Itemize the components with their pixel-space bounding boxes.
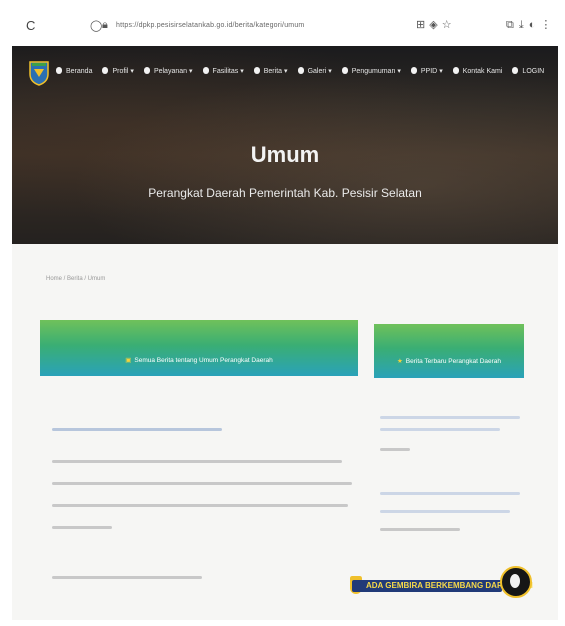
nav-dot-icon xyxy=(452,67,459,74)
nav-dot-icon xyxy=(253,67,260,74)
menu-icon[interactable]: ⋮ xyxy=(540,19,551,31)
chevron-down-icon: ▾ xyxy=(284,68,288,75)
sidebar-news-line xyxy=(380,528,460,531)
nav-item-fasilitas[interactable]: Fasilitas ▾ xyxy=(202,67,244,75)
ad-band: ADA GEMBIRA BERKEMBANG DARI SIDATI xyxy=(352,580,533,592)
chevron-down-icon: ▾ xyxy=(397,68,401,75)
star-icon[interactable]: ☆ xyxy=(442,19,452,31)
breadcrumb[interactable]: Home / Berita / Umum xyxy=(46,276,105,282)
latest-news-card-label: ★ Berita Terbaru Perangkat Daerah xyxy=(396,358,502,365)
nav-dot-icon xyxy=(341,67,348,74)
nav-item-kontak-kami[interactable]: Kontak Kami xyxy=(452,67,502,75)
download-icon[interactable]: ⤓ xyxy=(519,19,524,31)
chevron-down-icon: ▾ xyxy=(439,68,443,75)
extension-icons: ⧉ ⤓ ◐ ⋮ xyxy=(506,18,556,32)
nav-item-pelayanan[interactable]: Pelayanan ▾ xyxy=(143,67,193,75)
sidebar-news-line xyxy=(380,448,410,451)
shield-icon[interactable]: ◯ xyxy=(90,19,102,32)
page-subtitle: Perangkat Daerah Pemerintah Kab. Pesisir… xyxy=(148,186,422,200)
sidebar-news-line[interactable] xyxy=(380,492,520,495)
nav-item-profil[interactable]: Profil ▾ xyxy=(102,67,134,75)
site-logo[interactable] xyxy=(28,60,50,86)
nav-item-ppid[interactable]: PPID ▾ xyxy=(410,67,443,75)
sidebar-news-line[interactable] xyxy=(380,416,520,419)
chevron-down-icon: ▾ xyxy=(130,68,134,75)
chevron-down-icon: ▾ xyxy=(189,68,193,75)
star-icon: ★ xyxy=(396,358,403,365)
latest-news-card[interactable]: ★ Berita Terbaru Perangkat Daerah xyxy=(374,324,524,378)
chevron-down-icon: ▾ xyxy=(240,68,244,75)
chevron-down-icon: ▾ xyxy=(328,68,332,75)
nav-item-beranda[interactable]: Beranda xyxy=(56,67,92,75)
nav-dot-icon xyxy=(297,67,304,74)
nav-item-login[interactable]: LOGIN xyxy=(512,67,544,75)
article-text-line xyxy=(52,576,202,579)
nav-dot-icon xyxy=(512,67,519,74)
all-news-card[interactable]: ▣ Semua Berita tentang Umum Perangkat Dae… xyxy=(40,320,358,376)
article-text-line xyxy=(52,460,342,463)
nav-dot-icon xyxy=(410,67,417,74)
article-text-line xyxy=(52,526,112,529)
nav-dot-icon xyxy=(143,67,150,74)
nav-dot-icon xyxy=(202,67,209,74)
address-bar[interactable]: https://dpkp.pesisirselatankab.go.id/ber… xyxy=(116,22,304,29)
reload-icon[interactable]: C xyxy=(26,18,35,33)
sidebar-news-line[interactable] xyxy=(380,428,500,431)
nav-item-galeri[interactable]: Galeri ▾ xyxy=(297,67,332,75)
grid-icon[interactable]: ⊞ xyxy=(416,19,425,31)
article-link-line[interactable] xyxy=(52,428,222,431)
article-text-line xyxy=(52,504,348,507)
extensions-icon[interactable]: ⧉ xyxy=(506,19,514,31)
profile-icon[interactable]: ◐ xyxy=(529,19,536,31)
nav-dot-icon xyxy=(102,67,109,74)
ad-badge-icon xyxy=(500,566,532,598)
nav-dot-icon xyxy=(56,67,62,74)
toolbar-icons: ⊞ ◈ ☆ xyxy=(416,18,456,31)
all-news-card-label: ▣ Semua Berita tentang Umum Perangkat Dae… xyxy=(125,357,273,364)
browser-toolbar: ‹ C ◯ 🔒︎ https://dpkp.pesisirselatankab.… xyxy=(12,8,558,46)
hero-banner: Beranda Profil ▾ Pelayanan ▾ Fasilitas ▾ Berita… xyxy=(12,46,558,244)
sidebar-news-line[interactable] xyxy=(380,510,510,513)
main-navigation: Beranda Profil ▾ Pelayanan ▾ Fasilitas ▾ Berita… xyxy=(56,67,554,75)
browser-viewport: ‹ C ◯ 🔒︎ https://dpkp.pesisirselatankab.… xyxy=(12,8,558,620)
advertisement-banner[interactable]: ADA GEMBIRA BERKEMBANG DARI SIDATI xyxy=(350,564,533,600)
article-text-line xyxy=(52,482,352,485)
nav-item-berita[interactable]: Berita ▾ xyxy=(253,67,288,75)
nav-item-pengumuman[interactable]: Pengumuman ▾ xyxy=(341,67,401,75)
folder-icon: ▣ xyxy=(125,357,132,364)
page-title: Umum xyxy=(250,142,320,167)
translate-icon[interactable]: ◈ xyxy=(429,19,437,31)
lock-icon[interactable]: 🔒︎ xyxy=(102,19,108,32)
